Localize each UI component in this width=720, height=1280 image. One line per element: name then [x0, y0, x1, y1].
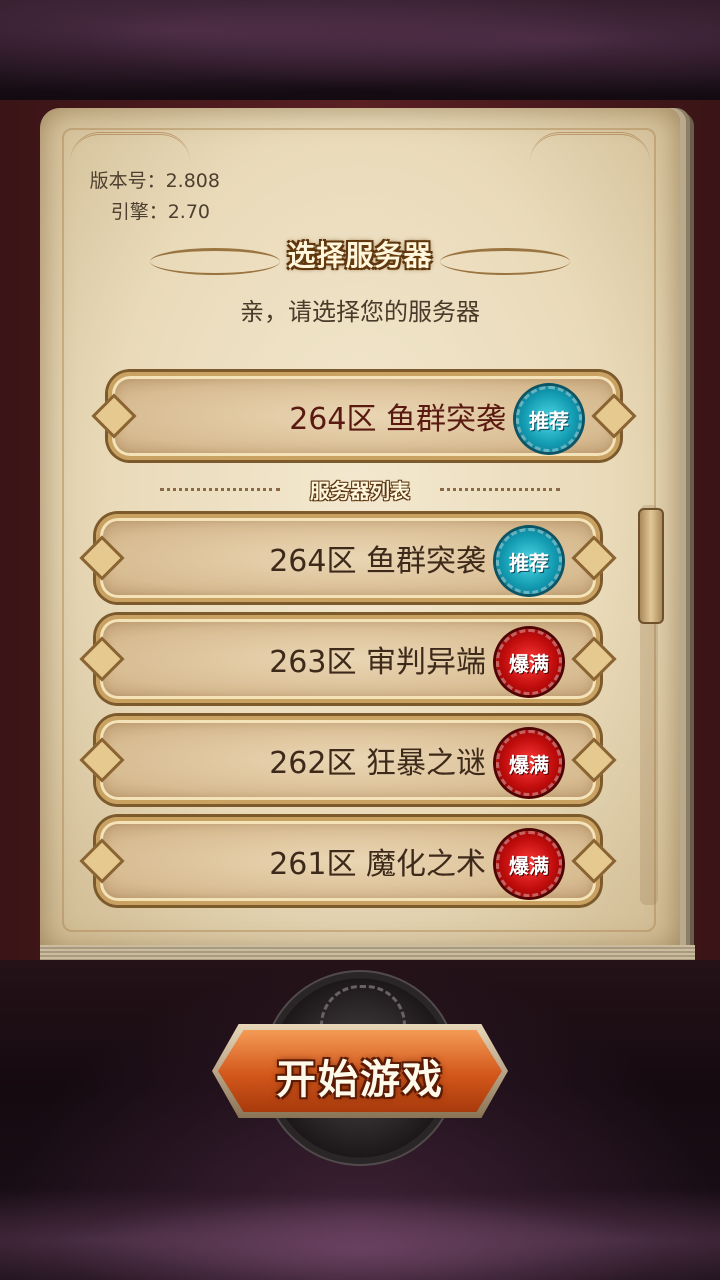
recommended-badge: 推荐 — [496, 528, 562, 594]
server-list-item-label: 263区 审判异端 — [269, 645, 486, 680]
server-list-item-label: 264区 鱼群突袭 — [269, 544, 486, 579]
full-badge: 爆满 — [496, 629, 562, 695]
server-list-header: 服务器列表 — [160, 475, 560, 505]
bottom-ornamental-pattern — [0, 1180, 720, 1280]
server-list-item[interactable]: 263区 审判异端 爆满 — [96, 615, 600, 703]
corner-ornament-top-right — [530, 132, 650, 175]
full-badge: 爆满 — [496, 730, 562, 796]
server-list-item-label: 261区 魔化之术 — [269, 847, 486, 882]
server-list-item[interactable]: 264区 鱼群突袭 推荐 — [96, 514, 600, 602]
featured-server-label: 264区 鱼群突袭 — [289, 402, 506, 437]
scrollbar-thumb[interactable] — [638, 508, 664, 624]
server-list-item[interactable]: 261区 魔化之术 爆满 — [96, 817, 600, 905]
recommended-badge: 推荐 — [516, 386, 582, 452]
page-subtitle: 亲，请选择您的服务器 — [240, 298, 480, 326]
server-list-item[interactable]: 262区 狂暴之谜 爆满 — [96, 716, 600, 804]
version-number: 版本号：2.808 — [89, 170, 220, 192]
engine-version: 引擎：2.70 — [110, 201, 210, 223]
top-ornamental-background — [0, 0, 720, 105]
full-badge: 爆满 — [496, 831, 562, 897]
title-banner: 选择服务器 — [150, 228, 570, 284]
server-list-item-label: 262区 狂暴之谜 — [269, 746, 486, 781]
start-game-button[interactable]: 开始游戏 — [218, 1030, 502, 1112]
start-game-label: 开始游戏 — [276, 1057, 444, 1103]
page-title: 选择服务器 — [287, 239, 433, 272]
featured-server-button[interactable]: 264区 鱼群突袭 推荐 — [108, 372, 620, 460]
server-list-heading: 服务器列表 — [310, 479, 410, 503]
